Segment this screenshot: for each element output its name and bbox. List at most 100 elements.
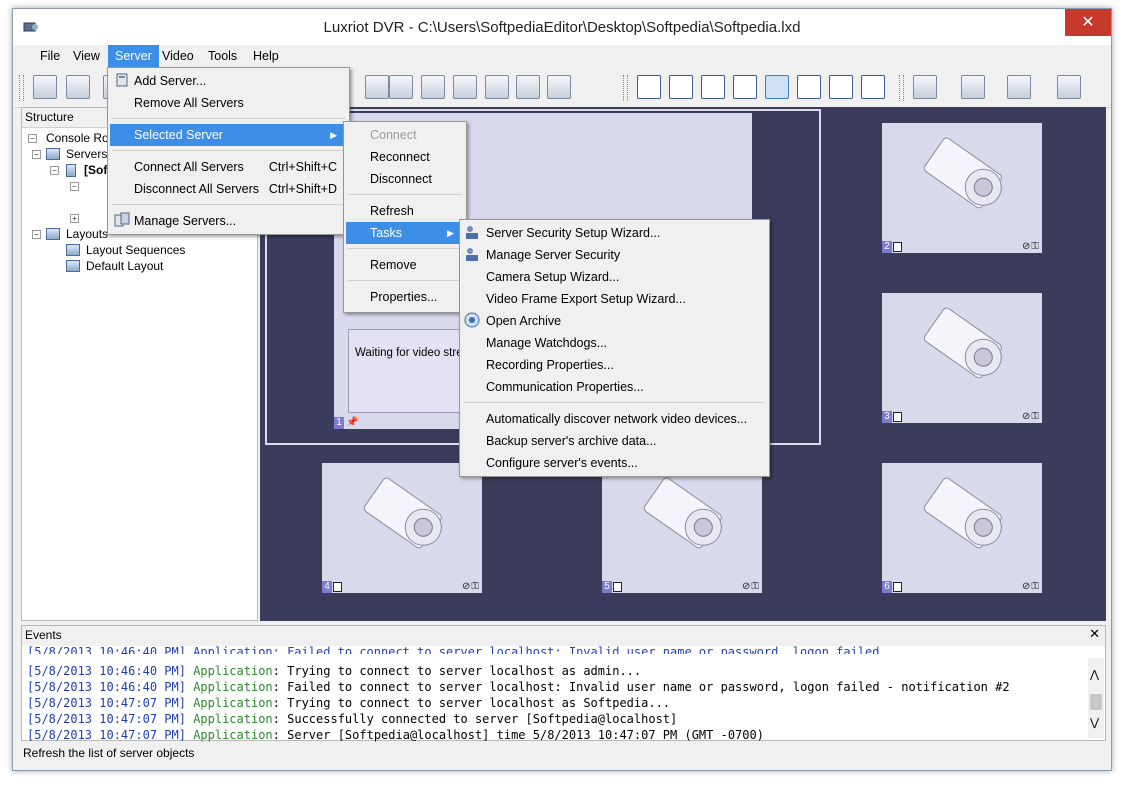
events-scrollbar[interactable]: ⋀ ⋁ [1088, 658, 1104, 738]
menu-separator [464, 402, 765, 403]
menu-view[interactable]: View [66, 45, 107, 67]
tree-layouts[interactable]: Layouts [66, 227, 108, 241]
task-configure-events[interactable]: Configure server's events... [462, 452, 767, 474]
record-icon[interactable] [485, 75, 509, 99]
monitor-icon[interactable] [547, 75, 571, 99]
menu-tools[interactable]: Tools [201, 45, 244, 67]
layout-5x5-icon[interactable] [861, 75, 885, 99]
servers-icon [46, 148, 60, 160]
server-menu: Add Server... Remove All Servers Selecte… [107, 67, 350, 235]
task-backup-archive[interactable]: Backup server's archive data... [462, 430, 767, 452]
menu-remove-all-servers[interactable]: Remove All Servers [110, 92, 347, 114]
tree-console-root[interactable]: Console Roo [46, 131, 115, 145]
menu-refresh[interactable]: Refresh [346, 200, 464, 222]
menu-separator [348, 280, 462, 281]
tree-servers[interactable]: Servers [66, 147, 107, 161]
menu-disconnect-all-servers[interactable]: Disconnect All Servers Ctrl+Shift+D [110, 178, 347, 200]
ptz-hand-icon[interactable] [961, 75, 985, 99]
log-entry: [5/8/2013 10:46:40 PM] Application: Fail… [27, 680, 1010, 694]
layout-3x3-icon[interactable] [701, 75, 725, 99]
export-icon[interactable] [453, 75, 477, 99]
toolbar-grip[interactable] [899, 75, 904, 101]
camera-number: 4 [322, 581, 332, 593]
task-manage-watchdogs[interactable]: Manage Watchdogs... [462, 332, 767, 354]
menu-help[interactable]: Help [246, 45, 286, 67]
tree-default-layout[interactable]: Default Layout [86, 259, 163, 273]
camera-icon [643, 477, 722, 549]
log-entry: [5/8/2013 10:47:07 PM] Application: Serv… [27, 728, 764, 742]
task-server-security-setup-wizard[interactable]: Server Security Setup Wizard... [462, 222, 767, 244]
tree-expander[interactable]: + [70, 214, 79, 223]
menu-reconnect[interactable]: Reconnect [346, 146, 464, 168]
menu-file[interactable]: File [33, 45, 67, 67]
task-video-frame-export-setup-wizard[interactable]: Video Frame Export Setup Wizard... [462, 288, 767, 310]
scroll-up-icon[interactable]: ⋀ [1090, 668, 1099, 681]
layout-1x1-icon[interactable] [637, 75, 661, 99]
log-entry: [5/8/2013 10:47:07 PM] Application: Tryi… [27, 696, 671, 710]
scroll-down-icon[interactable]: ⋁ [1090, 716, 1099, 729]
tree-server-softpedia[interactable]: [Sof [84, 163, 107, 177]
camera-status-icons: ⊘⚿ [742, 581, 760, 592]
menu-manage-servers[interactable]: Manage Servers... [110, 210, 347, 232]
camera-play-icon[interactable] [389, 75, 413, 99]
layout-1plus5-icon[interactable] [765, 75, 789, 99]
app-window: Luxriot DVR - C:\Users\SoftpediaEditor\D… [12, 8, 1112, 771]
task-camera-setup-wizard[interactable]: Camera Setup Wizard... [462, 266, 767, 288]
menu-video[interactable]: Video [155, 45, 201, 67]
scroll-thumb[interactable] [1090, 694, 1102, 710]
menu-connect[interactable]: Connect [346, 124, 464, 146]
camera-view-5[interactable]: 5 ⊘⚿ [602, 463, 762, 593]
task-auto-discover-devices[interactable]: Automatically discover network video dev… [462, 408, 767, 430]
camera-view-6[interactable]: 6 ⊘⚿ [882, 463, 1042, 593]
camera-number: 1 [334, 417, 344, 429]
events-close-button[interactable]: ✕ [1089, 626, 1100, 644]
layouts-icon [46, 228, 60, 240]
camera-status-icons: ⊘⚿ [1022, 411, 1040, 422]
layout-2x2-icon[interactable] [669, 75, 693, 99]
toolbar-grip[interactable] [19, 75, 24, 101]
tree-expander[interactable]: − [28, 134, 37, 143]
close-button[interactable]: ✕ [1065, 9, 1111, 36]
title-bar: Luxriot DVR - C:\Users\SoftpediaEditor\D… [13, 9, 1111, 45]
camera-view-2[interactable]: 2 ⊘⚿ [882, 123, 1042, 253]
menu-connect-all-servers[interactable]: Connect All Servers Ctrl+Shift+C [110, 156, 347, 178]
menu-server[interactable]: Server [108, 45, 159, 67]
camera-view-4[interactable]: 4 ⊘⚿ [322, 463, 482, 593]
menu-add-server[interactable]: Add Server... [110, 70, 347, 92]
tree-expander[interactable]: − [32, 150, 41, 159]
menu-remove[interactable]: Remove [346, 254, 464, 276]
camera-view-3[interactable]: 3 ⊘⚿ [882, 293, 1042, 423]
tree-expander[interactable]: − [50, 166, 59, 175]
events-panel: Events ✕ [5/8/2013 10:46:40 PM] Applicat… [21, 625, 1106, 742]
open-icon[interactable] [33, 75, 57, 99]
task-open-archive[interactable]: Open Archive [462, 310, 767, 332]
menu-selected-server[interactable]: Selected Server ▶ [110, 124, 347, 146]
camera-number: 6 [882, 581, 892, 593]
fullscreen-icon[interactable] [1057, 75, 1081, 99]
layout-4x4b-icon[interactable] [829, 75, 853, 99]
task-manage-server-security[interactable]: Manage Server Security [462, 244, 767, 266]
motion-icon[interactable] [1007, 75, 1031, 99]
layout-1plus7-icon[interactable] [797, 75, 821, 99]
camera-status-icons: ⊘⚿ [1022, 581, 1040, 592]
layout-4x4-icon[interactable] [733, 75, 757, 99]
task-communication-properties[interactable]: Communication Properties... [462, 376, 767, 398]
tree-expander[interactable]: − [70, 182, 79, 191]
record-indicator-icon [893, 582, 902, 592]
selected-server-menu: Connect Reconnect Disconnect Refresh Tas… [343, 121, 467, 313]
camera-play-icon[interactable] [365, 75, 389, 99]
tree-expander[interactable]: − [32, 230, 41, 239]
forward-icon[interactable] [516, 75, 540, 99]
camera-number: 5 [602, 581, 612, 593]
menu-disconnect[interactable]: Disconnect [346, 168, 464, 190]
server-icon [66, 164, 76, 177]
task-recording-properties[interactable]: Recording Properties... [462, 354, 767, 376]
menu-tasks[interactable]: Tasks ▶ [346, 222, 464, 244]
tree-layout-sequences[interactable]: Layout Sequences [86, 243, 185, 257]
toolbar-grip[interactable] [623, 75, 628, 101]
camera-group-icon[interactable] [421, 75, 445, 99]
menu-properties[interactable]: Properties... [346, 286, 464, 308]
save-icon[interactable] [66, 75, 90, 99]
camera-number: 3 [882, 411, 892, 423]
snapshot-icon[interactable] [913, 75, 937, 99]
